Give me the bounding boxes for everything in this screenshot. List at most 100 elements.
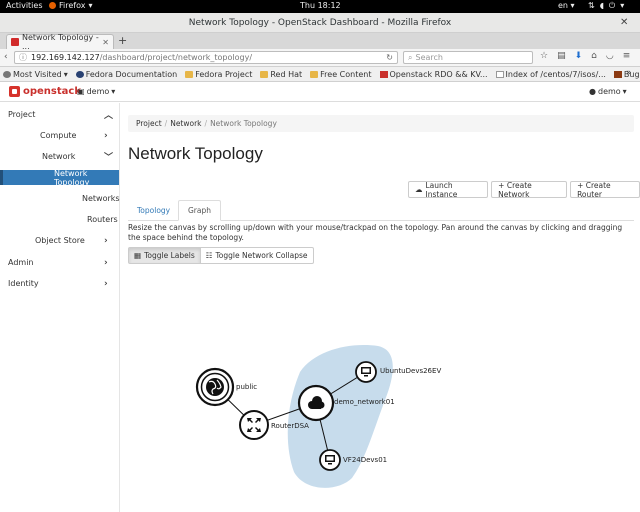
cloud-upload-icon: ☁	[415, 185, 423, 194]
url-bar[interactable]: ⓘ 192.169.142.127/dashboard/project/netw…	[14, 51, 398, 64]
page-actions: ☁ Launch Instance + Create Network + Cre…	[408, 180, 640, 199]
menu-icon[interactable]: ≡	[623, 51, 631, 61]
page-title: Network Topology	[128, 144, 263, 163]
sidebar: Project ︿ Compute › Network ﹀ Network To…	[0, 103, 120, 512]
more-bookmarks-icon[interactable]: »	[626, 68, 632, 78]
firefox-icon	[49, 2, 56, 9]
chevron-down-icon: ▾	[88, 1, 93, 10]
breadcrumb-separator: /	[164, 119, 168, 128]
folder-icon	[310, 70, 319, 78]
topology-tabs: Topology Graph	[128, 200, 634, 221]
sidebar-item-label: Compute	[40, 131, 77, 140]
breadcrumb-current: Network Topology	[210, 119, 277, 128]
openstack-logo[interactable]: openstack	[9, 86, 81, 97]
sidebar-item-label: Networks	[82, 194, 120, 203]
app-menu-label: Firefox	[59, 1, 86, 10]
volume-icon: ◖	[599, 1, 604, 10]
toggle-labels-label: Toggle Labels	[144, 251, 195, 260]
bookmark-label: Fedora Documentation	[85, 69, 178, 79]
launch-instance-label: Launch Instance	[425, 180, 458, 199]
breadcrumb-network[interactable]: Network	[170, 119, 201, 128]
info-icon: ⓘ	[19, 53, 27, 62]
network-icon: ⇅	[588, 1, 595, 10]
folder-icon	[260, 70, 269, 78]
bookmark-star-icon[interactable]: ☆	[540, 51, 548, 61]
close-tab-icon[interactable]: ✕	[102, 38, 109, 47]
sidebar-item-admin[interactable]: Admin ›	[0, 255, 119, 270]
clock[interactable]: Thu 18:12	[300, 1, 341, 10]
sidebar-item-label: Network Topology	[54, 168, 90, 187]
url-host: 192.169.142.127	[31, 53, 100, 62]
toggle-network-collapse-button[interactable]: ☷ Toggle Network Collapse	[200, 247, 314, 264]
url-path: /dashboard/project/network_topology/	[99, 53, 253, 62]
bookmark-fedora-project[interactable]: Fedora Project	[185, 70, 252, 79]
router-node[interactable]	[239, 410, 269, 440]
toolbar-icons: ☆ ▤ ⬇ ⌂ ◡ ≡	[540, 51, 630, 61]
toggle-collapse-label: Toggle Network Collapse	[215, 251, 308, 260]
window-title: Network Topology - OpenStack Dashboard -…	[188, 18, 452, 28]
node-label-public: public	[236, 383, 257, 391]
bookmark-label: Most Visited	[13, 69, 62, 79]
sidebar-item-network-topology[interactable]: Network Topology	[0, 168, 119, 187]
node-label-vm2: VF24Devs01	[343, 456, 387, 464]
tab-topology[interactable]: Topology	[128, 200, 179, 221]
reload-icon[interactable]: ↻	[386, 53, 393, 62]
breadcrumb-project[interactable]: Project	[136, 119, 162, 128]
sidebar-item-routers[interactable]: Routers	[0, 212, 119, 227]
launch-instance-button[interactable]: ☁ Launch Instance	[408, 180, 489, 199]
toggle-labels-button[interactable]: ▦ Toggle Labels	[128, 247, 201, 264]
sidebar-item-compute[interactable]: Compute ›	[0, 128, 119, 143]
download-icon[interactable]: ⬇	[575, 51, 583, 61]
reading-list-icon[interactable]: ▤	[557, 51, 566, 61]
bookmark-label: Index of /centos/7/isos/...	[505, 69, 606, 79]
bookmark-red-hat[interactable]: Red Hat	[260, 70, 302, 79]
create-network-label: + Create Network	[498, 180, 532, 199]
folder-icon	[185, 70, 194, 78]
sidebar-item-networks[interactable]: Networks	[0, 191, 120, 206]
sidebar-item-label: Object Store	[35, 236, 85, 245]
pocket-icon[interactable]: ◡	[606, 51, 614, 61]
gear-icon	[3, 70, 11, 78]
sidebar-item-label: Routers	[87, 215, 118, 224]
sidebar-item-project[interactable]: Project ︿	[0, 107, 119, 122]
tab-graph[interactable]: Graph	[178, 200, 222, 221]
bookmarks-bar: Most Visited ▾ Fedora Documentation Fedor…	[0, 67, 640, 82]
system-tray[interactable]: ⇅ ◖ ⏻ ▾	[588, 1, 624, 11]
openstack-logo-icon	[9, 86, 20, 97]
back-button[interactable]: ‹	[4, 52, 8, 62]
bookmark-most-visited[interactable]: Most Visited ▾	[3, 70, 68, 79]
help-text: Resize the canvas by scrolling up/down w…	[128, 223, 623, 242]
grid-icon: ▦	[134, 251, 142, 260]
browser-tab[interactable]: Network Topology - ... ✕	[6, 33, 114, 51]
sidebar-item-label: Admin	[8, 258, 34, 267]
sidebar-item-label: Project	[8, 110, 36, 119]
home-icon[interactable]: ⌂	[591, 51, 597, 61]
page-icon	[495, 70, 504, 78]
bookmark-fedora-docs[interactable]: Fedora Documentation	[75, 69, 178, 79]
chevron-right-icon: ›	[104, 278, 108, 289]
search-bar[interactable]: ⌕ Search	[403, 51, 533, 64]
create-network-button[interactable]: + Create Network	[491, 180, 568, 199]
sidebar-item-network[interactable]: Network ﹀	[0, 149, 119, 164]
sidebar-item-identity[interactable]: Identity ›	[0, 276, 119, 291]
new-tab-button[interactable]: +	[118, 34, 127, 47]
project-name: demo	[86, 87, 110, 96]
globe-icon	[206, 378, 224, 396]
create-router-button[interactable]: + Create Router	[570, 181, 640, 199]
user-menu[interactable]: ● demo ▾	[589, 87, 627, 96]
project-picker[interactable]: ▣ demo ▾	[77, 87, 115, 96]
activities-button[interactable]: Activities	[6, 1, 43, 10]
tab-strip: Network Topology - ... ✕ +	[0, 33, 640, 51]
window-titlebar: Network Topology - OpenStack Dashboard -…	[0, 13, 640, 33]
close-window-icon[interactable]: ✕	[620, 17, 628, 28]
bookmark-label: Openstack RDO && KV...	[389, 69, 488, 79]
language-indicator[interactable]: en ▾	[558, 1, 575, 10]
bookmark-centos-isos[interactable]: Index of /centos/7/isos/...	[495, 69, 606, 79]
sidebar-item-object-store[interactable]: Object Store ›	[0, 233, 119, 248]
search-input[interactable]: Search	[415, 53, 442, 62]
bookmark-openstack-rdo[interactable]: Openstack RDO && KV...	[379, 69, 488, 79]
chevron-down-icon: ▾	[622, 87, 627, 96]
search-icon: ⌕	[408, 52, 413, 62]
bookmark-free-content[interactable]: Free Content	[310, 70, 372, 79]
app-menu[interactable]: Firefox ▾	[49, 1, 93, 10]
